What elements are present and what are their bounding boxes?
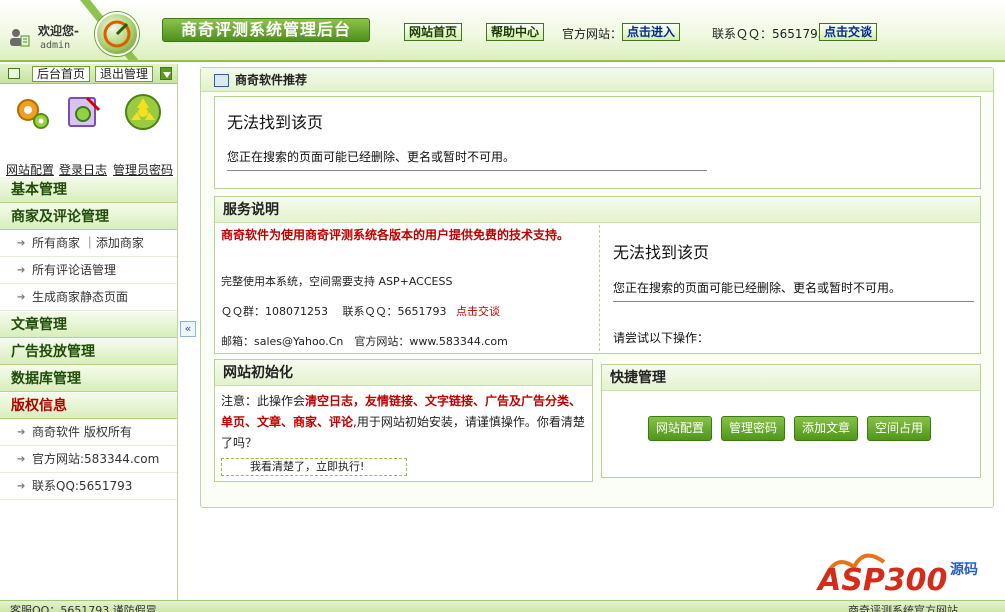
contact-qq-label: 联系ＱＱ：5651793 — [712, 27, 826, 41]
window-icon — [214, 74, 229, 87]
collapse-sidebar-button[interactable]: « — [180, 321, 196, 337]
arrow-down-icon[interactable] — [160, 67, 172, 80]
calendar-icon — [8, 68, 20, 79]
sidebar-item-static-pages[interactable]: ➔ 生成商家静态页面 — [0, 284, 177, 311]
service-section-title: 服务说明 — [215, 197, 980, 223]
status-bar: 客服QQ：5651793 谨防假冒 商奇评测系统官方网站 — [0, 600, 1005, 612]
welcome-text: 欢迎您- — [38, 24, 79, 38]
recommend-frame: 无法找到该页 您正在搜索的页面可能已经删除、更名或暂时不可用。 — [214, 96, 981, 189]
arrow-right-icon: ➔ — [17, 292, 26, 303]
sidebar-item-official-site[interactable]: ➔ 官方网站:583344.com — [0, 446, 177, 473]
init-section-title: 网站初始化 — [215, 360, 592, 386]
service-error-divider — [613, 301, 974, 302]
quick-link-login-log[interactable]: 登录日志 — [59, 161, 107, 178]
init-note-prefix: 注意：此操作会 — [221, 394, 306, 408]
service-qq-link[interactable]: 点击交谈 — [456, 305, 500, 318]
quick-site-config-button[interactable]: 网站配置 — [648, 416, 713, 441]
welcome-username: admin — [40, 40, 71, 51]
quick-link-site-config[interactable]: 网站配置 — [6, 161, 54, 178]
official-site-link[interactable]: 点击进入 — [622, 23, 681, 41]
site-home-button[interactable]: 网站首页 — [404, 23, 463, 41]
gears-icon[interactable] — [12, 92, 52, 132]
sidebar-item-label: 官方网站:583344.com — [32, 452, 160, 466]
asp300-logo: ASP300 源码 — [814, 542, 986, 598]
log-book-icon[interactable] — [63, 92, 103, 132]
service-requirement: 完整使用本系统，空间需要支持 ASP+ACCESS — [221, 275, 453, 288]
arrow-right-icon: ➔ — [17, 238, 26, 249]
asp300-logo-text: ASP300 — [816, 563, 947, 598]
main-panel-header: 商奇软件推荐 — [201, 68, 993, 92]
main-panel: 商奇软件推荐 无法找到该页 您正在搜索的页面可能已经删除、更名或暂时不可用。 服… — [200, 67, 994, 508]
top-header: 欢迎您- admin 商奇评测系统管理后台 网站首页 帮助中心 官方网站： 点击… — [0, 0, 1005, 62]
quick-section-title: 快捷管理 — [602, 365, 980, 391]
password-icon[interactable] — [123, 92, 163, 132]
sidebar-heading-articles[interactable]: 文章管理 — [0, 311, 177, 338]
init-section: 网站初始化 注意：此操作会清空日志，友情链接、文字链接、广告及广告分类、单页、文… — [214, 359, 593, 482]
confirm-execute-button[interactable]: 我看清楚了，立即执行! — [221, 458, 407, 476]
arrow-right-icon: ➔ — [17, 265, 26, 276]
backend-home-button[interactable]: 后台首页 — [32, 66, 91, 82]
contact-qq-link[interactable]: 点击交谈 — [819, 23, 878, 41]
error-divider — [227, 170, 707, 171]
sidebar-heading-ads[interactable]: 广告投放管理 — [0, 338, 177, 365]
service-error-text: 您正在搜索的页面可能已经删除、更名或暂时不可用。 — [613, 281, 902, 295]
quick-icon-links: 网站配置 登录日志 管理员密码 — [0, 84, 177, 178]
official-site-label: 官方网站： — [562, 27, 623, 41]
quick-password-button[interactable]: 管理密码 — [721, 416, 786, 441]
quick-space-usage-button[interactable]: 空间占用 — [867, 416, 932, 441]
footer-official-site[interactable]: 商奇评测系统官方网站 — [848, 602, 958, 612]
service-qq-line: ＱＱ群：108071253 联系ＱＱ：5651793 点击交谈 — [221, 303, 500, 319]
logo-icon — [95, 12, 139, 56]
sidebar-item-reviews[interactable]: ➔ 所有评论语管理 — [0, 257, 177, 284]
sidebar-heading-basic[interactable]: 基本管理 — [0, 176, 177, 203]
sidebar-heading-database[interactable]: 数据库管理 — [0, 365, 177, 392]
init-note: 注意：此操作会清空日志，友情链接、文字链接、广告及广告分类、单页、文章、商家、评… — [221, 391, 589, 454]
service-email-line: 邮箱：sales@Yahoo.Cn 官方网站：www.583344.com — [221, 335, 508, 348]
sidebar-item-copyright: ➔ 商奇软件 版权所有 — [0, 419, 177, 446]
footer-service-qq: 客服QQ：5651793 谨防假冒 — [10, 604, 157, 612]
error-text: 您正在搜索的页面可能已经删除、更名或暂时不可用。 — [227, 150, 516, 164]
sidebar-item-all-merchants[interactable]: ➔ 所有商家 ｜添加商家 — [0, 230, 177, 257]
sidebar-item-label: 所有评论语管理 — [32, 263, 117, 277]
sidebar-item-contact-qq[interactable]: ➔ 联系QQ:5651793 — [0, 473, 177, 500]
service-highlight: 商奇软件为使用商奇评测系统各版本的用户提供免费的技术支持。 — [221, 228, 570, 242]
help-center-button[interactable]: 帮助中心 — [486, 23, 545, 41]
sidebar: 后台首页 退出管理 网站配置 登录日志 管理员密码 基本管理 商家及评论管理 ➔… — [0, 64, 178, 602]
logout-button[interactable]: 退出管理 — [95, 66, 154, 82]
sidebar-item-label: 商奇软件 版权所有 — [32, 425, 132, 439]
arrow-right-icon: ➔ — [17, 454, 26, 465]
asp300-logo-suffix: 源码 — [950, 561, 978, 578]
quick-section: 快捷管理 网站配置 管理密码 添加文章 空间占用 — [601, 364, 981, 478]
main-panel-title: 商奇软件推荐 — [235, 73, 308, 87]
quick-link-admin-password[interactable]: 管理员密码 — [113, 161, 173, 178]
sidebar-item-label: 生成商家静态页面 — [32, 290, 129, 304]
service-try-text: 请尝试以下操作： — [613, 331, 710, 345]
user-icon — [10, 29, 30, 47]
service-qq-text: ＱＱ群：108071253 联系ＱＱ：5651793 — [221, 305, 447, 318]
service-divider — [599, 225, 600, 351]
system-title: 商奇评测系统管理后台 — [162, 18, 370, 42]
sidebar-item-label: 联系QQ:5651793 — [32, 479, 133, 493]
sidebar-heading-merchants[interactable]: 商家及评论管理 — [0, 203, 177, 230]
sidebar-item-label: 所有商家 ｜添加商家 — [32, 236, 144, 250]
arrow-right-icon: ➔ — [17, 481, 26, 492]
sidebar-toolbar: 后台首页 退出管理 — [0, 64, 177, 84]
sidebar-heading-copyright[interactable]: 版权信息 — [0, 392, 177, 419]
service-error-heading: 无法找到该页 — [613, 243, 710, 262]
service-section: 服务说明 商奇软件为使用商奇评测系统各版本的用户提供免费的技术支持。 完整使用本… — [214, 196, 981, 354]
quick-add-article-button[interactable]: 添加文章 — [794, 416, 859, 441]
arrow-right-icon: ➔ — [17, 427, 26, 438]
error-heading: 无法找到该页 — [227, 113, 324, 132]
